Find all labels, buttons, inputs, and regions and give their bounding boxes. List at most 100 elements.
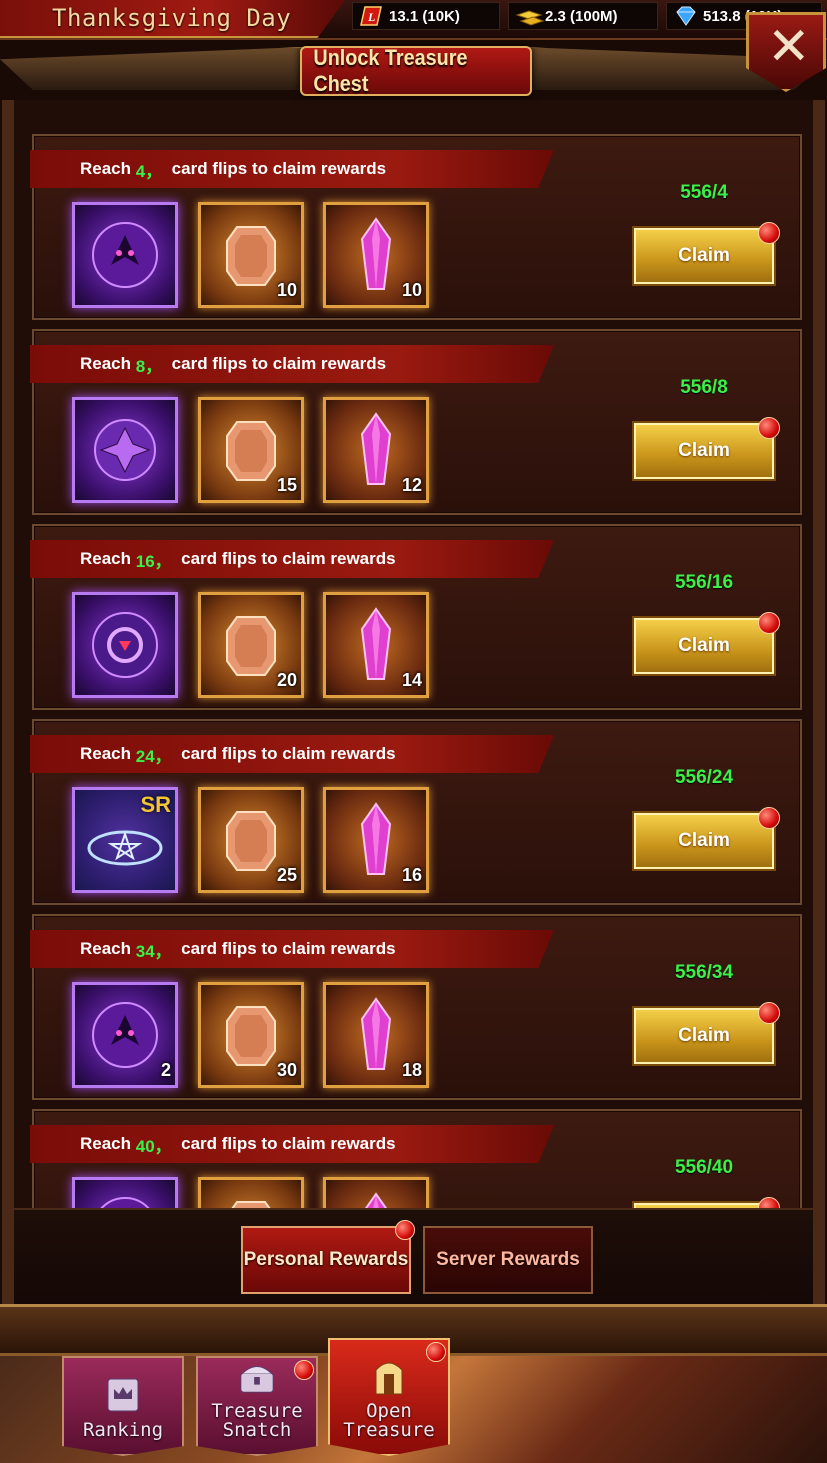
claim-label: Claim — [678, 1025, 730, 1046]
event-title: Thanksgiving Day — [52, 4, 292, 32]
requirement-prefix: Reach — [80, 1134, 136, 1153]
reward-requirement-ribbon: Reach 16， card flips to claim rewards — [30, 540, 554, 578]
reward-item[interactable]: 12 — [323, 397, 429, 503]
server-rewards-tab[interactable]: Server Rewards — [423, 1226, 593, 1294]
flip-progress: 556/40 — [674, 1157, 734, 1178]
item-quantity: 30 — [276, 1060, 297, 1080]
reward-requirement-ribbon: Reach 24， card flips to claim rewards — [30, 735, 554, 773]
header-wing-left — [0, 46, 330, 90]
notification-dot — [758, 807, 780, 829]
nav-ranking-label: Ranking — [82, 1419, 164, 1441]
notification-dot — [758, 612, 780, 634]
shrine-icon — [375, 1362, 403, 1395]
reward-card: Reach 16， card flips to claim rewards 20 1… — [30, 524, 802, 710]
item-quantity: 18 — [401, 1060, 422, 1080]
reward-item[interactable] — [72, 1177, 178, 1208]
notification-dot — [758, 417, 780, 439]
reward-item[interactable]: 18 — [323, 982, 429, 1088]
reward-card: Reach 34， card flips to claim rewards 2 30… — [30, 914, 802, 1100]
requirement-count: 16， — [135, 551, 172, 571]
reward-item[interactable] — [323, 1177, 429, 1208]
item-quantity: 14 — [401, 670, 422, 690]
reward-item[interactable]: SR — [72, 787, 178, 893]
flip-progress: 556/4 — [680, 182, 728, 203]
reward-item[interactable] — [198, 1177, 304, 1208]
red-ticket-icon: L — [359, 5, 383, 27]
nav-snatch-label: Treasure Snatch — [211, 1400, 303, 1441]
page-title: Unlock Treasure Chest — [313, 45, 468, 96]
requirement-suffix: card flips to claim rewards — [171, 549, 396, 568]
reward-card: Reach 24， card flips to claim rewards SR 2… — [30, 719, 802, 905]
nav-tab-open-treasure[interactable]: Open Treasure — [328, 1338, 450, 1456]
reward-card: Reach 4， card flips to claim rewards 10 10… — [30, 134, 802, 320]
stamina-value: 13.1 (10K) — [389, 7, 460, 25]
item-quantity: 25 — [276, 865, 297, 885]
notification-dot — [294, 1360, 314, 1380]
reward-item[interactable]: 10 — [323, 202, 429, 308]
nav-tab-ranking[interactable]: Ranking — [62, 1356, 184, 1456]
reward-type-panel — [14, 1208, 813, 1308]
requirement-prefix: Reach — [80, 549, 136, 568]
notification-dot — [758, 222, 780, 244]
reward-list[interactable]: Reach 4， card flips to claim rewards 10 10… — [14, 104, 813, 1208]
header-title-plate: Unlock Treasure Chest — [300, 45, 532, 96]
svg-text:L: L — [367, 10, 375, 24]
claim-button[interactable]: Claim — [634, 612, 780, 674]
reward-requirement-ribbon: Reach 34， card flips to claim rewards — [30, 930, 554, 968]
item-quantity: 16 — [401, 865, 422, 885]
reward-item[interactable]: 14 — [323, 592, 429, 698]
requirement-suffix: card flips to claim rewards — [171, 744, 396, 763]
flip-progress: 556/16 — [674, 572, 734, 593]
top-bar: Thanksgiving Day L 13.1 (10K) 2.3 (100M)… — [0, 0, 827, 40]
reward-requirement-ribbon: Reach 4， card flips to claim rewards — [30, 150, 554, 188]
requirement-prefix: Reach — [80, 939, 136, 958]
requirement-count: 34， — [135, 941, 172, 961]
rarity-badge: SR — [140, 792, 171, 817]
flip-progress: 556/8 — [680, 377, 728, 398]
flip-progress: 556/24 — [674, 767, 734, 788]
reward-item[interactable]: 16 — [323, 787, 429, 893]
claim-label: Claim — [678, 245, 730, 266]
header: Unlock Treasure Chest — [0, 38, 827, 104]
claim-button[interactable]: Claim — [634, 417, 780, 479]
item-quantity: 20 — [276, 670, 297, 690]
nav-open-label: Open Treasure — [343, 1400, 435, 1441]
reward-requirement-ribbon: Reach 8， card flips to claim rewards — [30, 345, 554, 383]
notification-dot — [426, 1342, 446, 1362]
reward-requirement-ribbon: Reach 40， card flips to claim rewards — [30, 1125, 554, 1163]
personal-rewards-tab[interactable]: Personal Rewards — [241, 1220, 415, 1294]
reward-item[interactable]: 10 — [198, 202, 304, 308]
flip-progress: 556/34 — [674, 962, 734, 983]
diamond-icon — [673, 5, 697, 27]
claim-button[interactable]: Claim — [634, 807, 780, 869]
reward-item[interactable]: 2 — [72, 982, 178, 1088]
gold-counter[interactable]: 2.3 (100M) — [508, 2, 658, 30]
claim-button[interactable]: Claim — [634, 1002, 780, 1064]
requirement-suffix: card flips to claim rewards — [162, 354, 387, 373]
item-quantity: 15 — [276, 475, 297, 495]
reward-item[interactable] — [72, 202, 178, 308]
requirement-prefix: Reach — [80, 159, 136, 178]
claim-label: Claim — [678, 830, 730, 851]
personal-rewards-label: Personal Rewards — [243, 1249, 409, 1270]
claim-label: Claim — [678, 440, 730, 461]
nav-tab-treasure-snatch[interactable]: Treasure Snatch — [196, 1356, 318, 1456]
notification-dot — [758, 1002, 780, 1024]
requirement-count: 4， — [135, 161, 163, 181]
requirement-suffix: card flips to claim rewards — [171, 939, 396, 958]
requirement-count: 24， — [135, 746, 172, 766]
reward-item[interactable] — [72, 397, 178, 503]
item-quantity: 2 — [160, 1060, 171, 1080]
reward-item[interactable] — [72, 592, 178, 698]
event-title-banner: Thanksgiving Day — [0, 0, 345, 38]
notification-dot — [758, 1197, 780, 1208]
requirement-prefix: Reach — [80, 744, 136, 763]
reward-item[interactable]: 20 — [198, 592, 304, 698]
reward-item[interactable]: 30 — [198, 982, 304, 1088]
claim-button[interactable]: Claim — [634, 222, 780, 284]
reward-card: Reach 8， card flips to claim rewards 15 12… — [30, 329, 802, 515]
reward-item[interactable]: 15 — [198, 397, 304, 503]
stamina-counter[interactable]: L 13.1 (10K) — [352, 2, 500, 30]
reward-item[interactable]: 25 — [198, 787, 304, 893]
requirement-count: 40， — [135, 1136, 172, 1156]
